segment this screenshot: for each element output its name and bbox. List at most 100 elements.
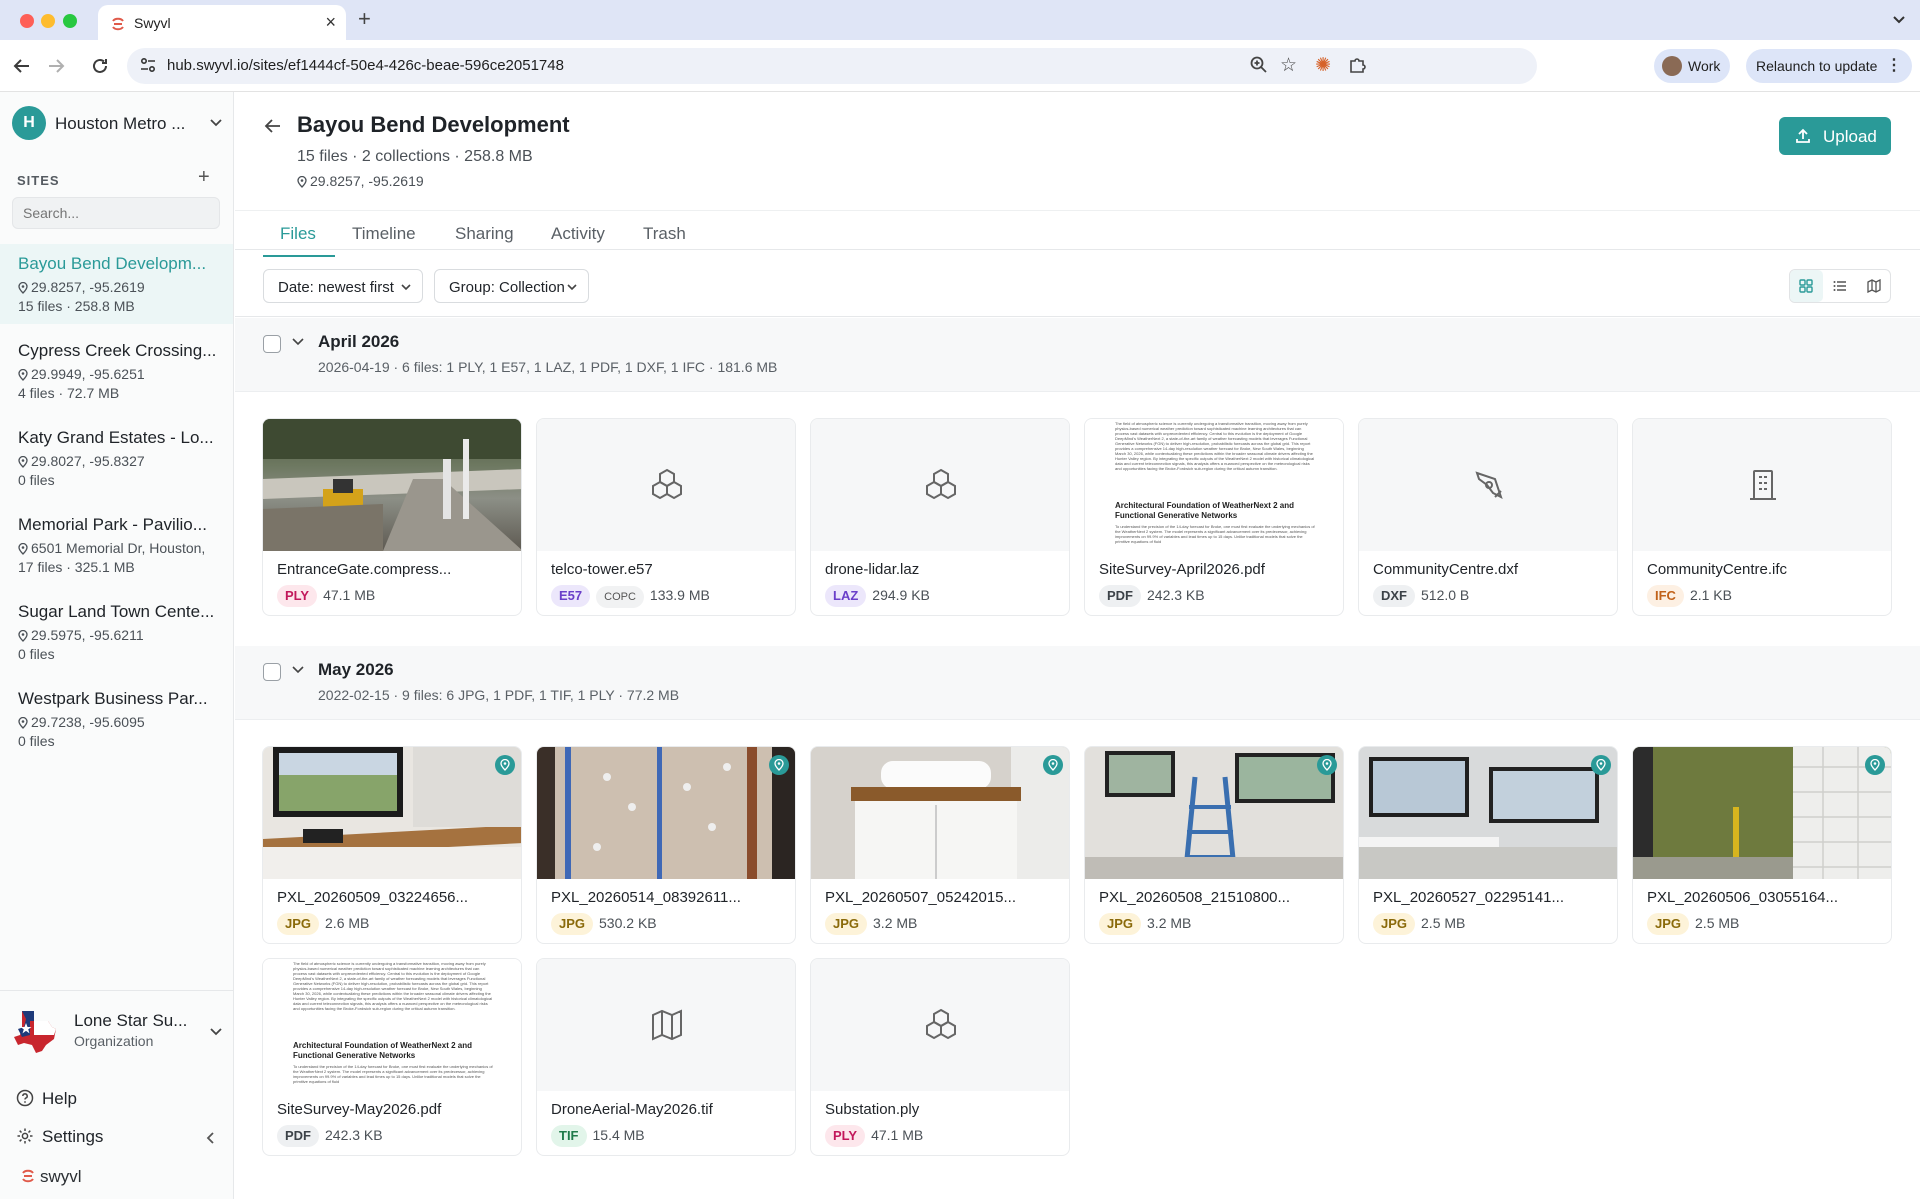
- pdf-footer-text: To understand the precision of the 14-da…: [1115, 524, 1315, 544]
- maximize-window-button[interactable]: [63, 14, 77, 28]
- file-meta: PDF 242.3 KB: [1099, 585, 1205, 607]
- collection-checkbox[interactable]: [263, 663, 281, 681]
- site-name: Sugar Land Town Cente...: [18, 602, 215, 621]
- upload-button[interactable]: Upload: [1779, 117, 1891, 155]
- file-card[interactable]: CommunityCentre.dxf DXF 512.0 B: [1358, 418, 1618, 616]
- site-item[interactable]: Katy Grand Estates - Lo... 29.8027, -95.…: [0, 418, 233, 498]
- reload-icon[interactable]: [90, 56, 110, 76]
- file-card[interactable]: The field of atmospheric science is curr…: [1084, 418, 1344, 616]
- file-card[interactable]: The field of atmospheric science is curr…: [262, 958, 522, 1156]
- help-link[interactable]: Help: [16, 1089, 77, 1109]
- file-type-badge: IFC: [1647, 585, 1684, 607]
- point-cloud-cubes-icon: [926, 1008, 956, 1040]
- file-card[interactable]: PXL_20260527_02295141... JPG 2.5 MB: [1358, 746, 1618, 944]
- chevron-down-icon[interactable]: [291, 662, 305, 676]
- site-coords-text: 29.7238, -95.6095: [31, 714, 145, 730]
- relaunch-button[interactable]: Relaunch to update ⋮: [1746, 49, 1912, 83]
- tab-timeline[interactable]: Timeline: [352, 224, 416, 244]
- file-type-badge: JPG: [1373, 913, 1416, 935]
- location-pin-icon: [18, 629, 28, 642]
- address-bar[interactable]: hub.swyvl.io/sites/ef1444cf-50e4-426c-be…: [127, 48, 1537, 84]
- close-tab-icon[interactable]: ×: [325, 12, 336, 33]
- file-meta: IFC 2.1 KB: [1647, 585, 1732, 607]
- file-card[interactable]: Substation.ply PLY 47.1 MB: [810, 958, 1070, 1156]
- map-view-button[interactable]: [1858, 270, 1891, 302]
- file-size: 3.2 MB: [1147, 915, 1192, 931]
- new-tab-icon[interactable]: +: [358, 6, 371, 32]
- profile-chip[interactable]: Work: [1654, 49, 1730, 83]
- file-meta: JPG 2.5 MB: [1647, 913, 1739, 935]
- site-coords: 6501 Memorial Dr, Houston,: [18, 540, 223, 556]
- org-name: Houston Metro ...: [55, 114, 186, 133]
- photo-thumbnail: [811, 747, 1069, 879]
- location-pin-icon: [18, 368, 28, 381]
- settings-link[interactable]: Settings: [16, 1127, 103, 1147]
- tab-files[interactable]: Files: [280, 224, 316, 244]
- extensions-puzzle-icon[interactable]: [1347, 55, 1367, 75]
- file-card[interactable]: telco-tower.e57 E57 COPC 133.9 MB: [536, 418, 796, 616]
- zoom-icon[interactable]: [1249, 55, 1269, 75]
- extension-sparkle-icon[interactable]: ✺: [1315, 54, 1331, 77]
- file-type-badge: JPG: [277, 913, 320, 935]
- chevron-down-icon: [401, 284, 411, 291]
- browser-tab[interactable]: Swyvl ×: [98, 5, 346, 41]
- site-item[interactable]: Westpark Business Par... 29.7238, -95.60…: [0, 679, 233, 759]
- group-select[interactable]: Group: Collection: [434, 269, 589, 303]
- site-search-input[interactable]: [12, 197, 220, 229]
- site-stats: 0 files: [18, 472, 55, 488]
- minimize-window-button[interactable]: [41, 14, 55, 28]
- back-arrow-icon[interactable]: [12, 56, 32, 76]
- organization-name: Lone Star Su...: [74, 1011, 188, 1030]
- site-name: Bayou Bend Developm...: [18, 254, 207, 273]
- file-card[interactable]: PXL_20260509_03224656... JPG 2.6 MB: [262, 746, 522, 944]
- file-size: 2.5 MB: [1695, 915, 1740, 931]
- file-card[interactable]: PXL_20260508_21510800... JPG 3.2 MB: [1084, 746, 1344, 944]
- tab-trash[interactable]: Trash: [643, 224, 686, 244]
- file-name: CommunityCentre.dxf: [1373, 561, 1519, 578]
- tab-sharing[interactable]: Sharing: [455, 224, 514, 244]
- file-size: 242.3 KB: [1147, 587, 1205, 603]
- file-type-badge: DXF: [1373, 585, 1415, 607]
- sort-select[interactable]: Date: newest first: [263, 269, 423, 303]
- collection-header: May 2026 2022-02-15 · 9 files: 6 JPG, 1 …: [235, 646, 1920, 720]
- grid-view-button[interactable]: [1790, 270, 1823, 302]
- site-info-icon[interactable]: [139, 56, 157, 74]
- tab-activity[interactable]: Activity: [551, 224, 605, 244]
- pdf-heading-text: Architectural Foundation of WeatherNext …: [1115, 501, 1294, 520]
- file-meta: PLY 47.1 MB: [277, 585, 375, 607]
- chevron-down-icon[interactable]: [291, 334, 305, 348]
- list-icon: [1833, 281, 1846, 291]
- file-card[interactable]: PXL_20260507_05242015... JPG 3.2 MB: [810, 746, 1070, 944]
- file-card[interactable]: EntranceGate.compress... PLY 47.1 MB: [262, 418, 522, 616]
- bookmark-star-icon[interactable]: ☆: [1280, 54, 1297, 77]
- site-coords: 29.5975, -95.6211: [18, 627, 223, 643]
- collection-checkbox[interactable]: [263, 335, 281, 353]
- browser-menu-icon[interactable]: ⋮: [1886, 55, 1902, 75]
- file-card[interactable]: PXL_20260506_03055164... JPG 2.5 MB: [1632, 746, 1892, 944]
- file-card[interactable]: DroneAerial-May2026.tif TIF 15.4 MB: [536, 958, 796, 1156]
- forward-arrow-icon[interactable]: [46, 56, 66, 76]
- filter-bar: Date: newest first Group: Collection: [235, 257, 1920, 317]
- file-size: 3.2 MB: [873, 915, 918, 931]
- site-item[interactable]: Cypress Creek Crossing... 29.9949, -95.6…: [0, 331, 233, 411]
- file-card[interactable]: drone-lidar.laz LAZ 294.9 KB: [810, 418, 1070, 616]
- site-coords: 29.8257, -95.2619: [18, 279, 223, 295]
- site-item[interactable]: Bayou Bend Developm... 29.8257, -95.2619…: [0, 244, 233, 324]
- site-item[interactable]: Sugar Land Town Cente... 29.5975, -95.62…: [0, 592, 233, 672]
- close-window-button[interactable]: [20, 14, 34, 28]
- view-switcher: [1789, 269, 1891, 303]
- org-switcher[interactable]: H Houston Metro ...: [12, 106, 224, 140]
- tab-search-chevron-icon[interactable]: [1892, 15, 1906, 25]
- back-arrow-icon[interactable]: [263, 116, 283, 136]
- organization-switcher[interactable]: Lone Star Su... Organization: [12, 1007, 224, 1059]
- add-site-icon[interactable]: +: [198, 166, 210, 189]
- file-size: 15.4 MB: [592, 1127, 645, 1143]
- list-view-button[interactable]: [1824, 270, 1857, 302]
- file-card[interactable]: CommunityCentre.ifc IFC 2.1 KB: [1632, 418, 1892, 616]
- collapse-sidebar-chevron-icon[interactable]: [204, 1131, 218, 1145]
- site-item[interactable]: Memorial Park - Pavilio... 6501 Memorial…: [0, 505, 233, 585]
- brand-wordmark: swyvl: [20, 1167, 82, 1187]
- file-card[interactable]: PXL_20260514_08392611... JPG 530.2 KB: [536, 746, 796, 944]
- sites-heading: SITES: [17, 173, 60, 188]
- location-pin-icon: [18, 281, 28, 294]
